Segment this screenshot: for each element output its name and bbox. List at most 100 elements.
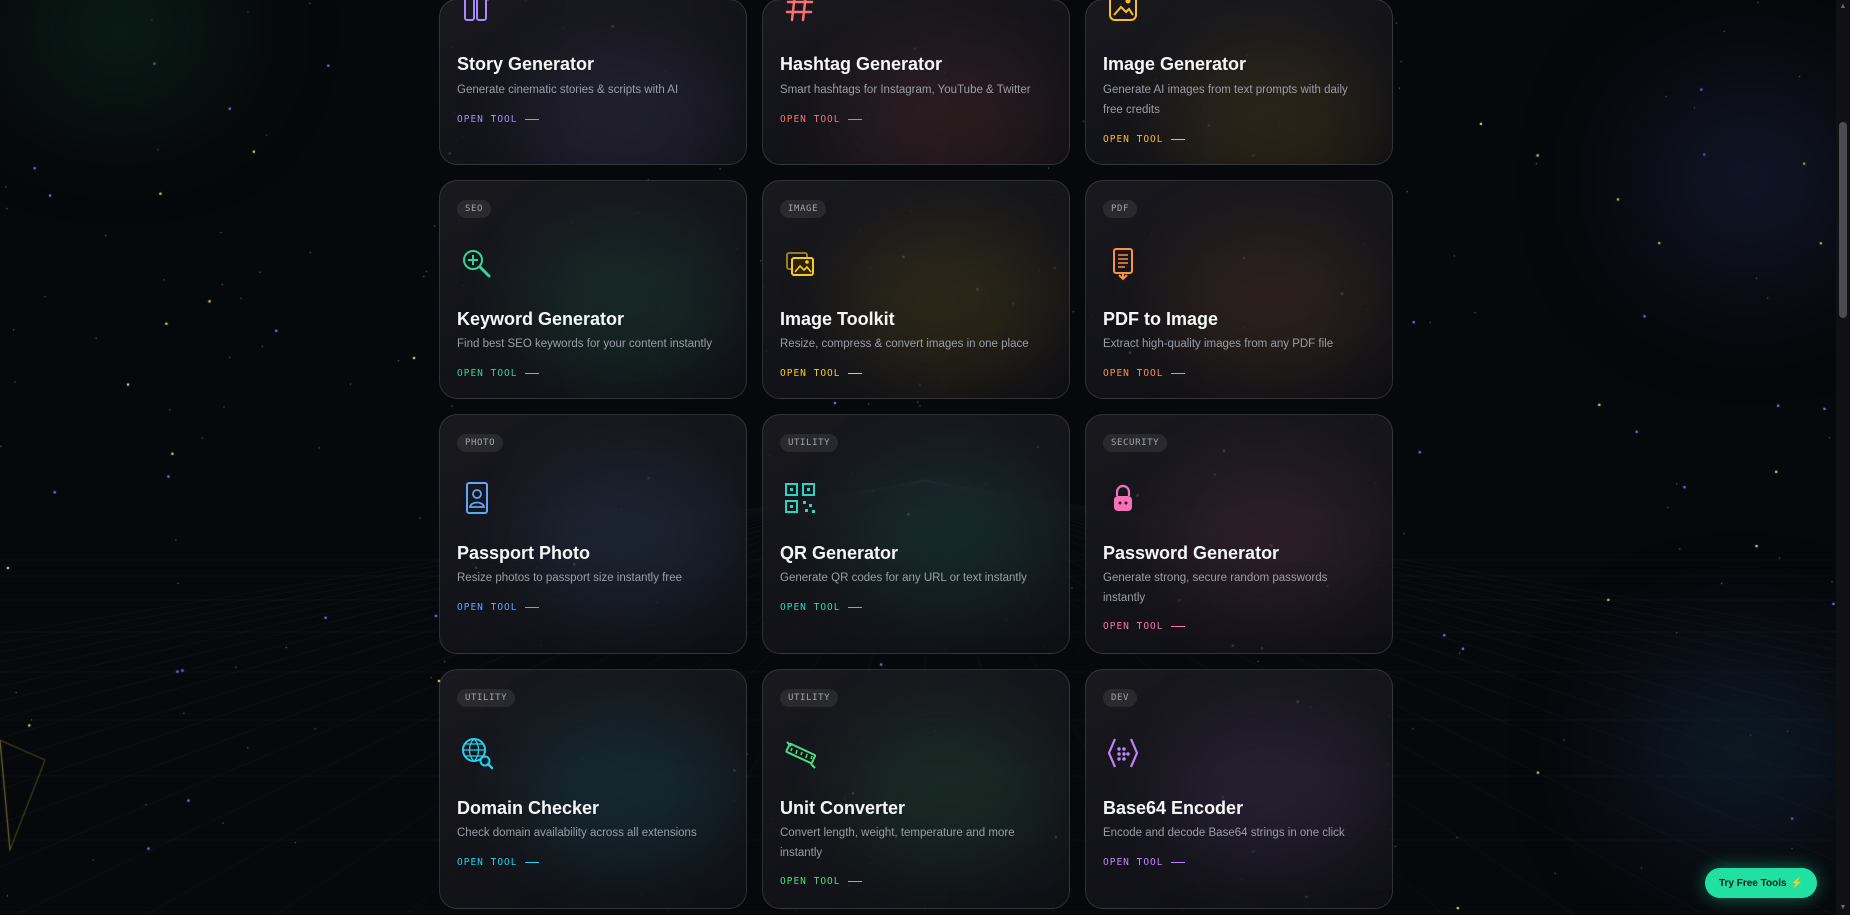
category-badge: UTILITY [780,689,839,707]
qr-code-icon [781,479,819,517]
arrow-line-icon [848,606,863,609]
open-tool-label: OPEN TOOL [457,368,518,379]
open-tool-link[interactable]: OPEN TOOL [780,876,863,887]
open-tool-label: OPEN TOOL [1103,857,1164,868]
tool-title: Unit Converter [780,798,906,818]
page-scrollbar[interactable]: ▲ ▼ [1836,0,1850,915]
scrollbar-thumb[interactable] [1839,122,1847,318]
open-tool-link[interactable]: OPEN TOOL [780,602,863,613]
category-badge: PDF [1103,200,1138,218]
lightning-icon: ⚡ [1790,877,1804,889]
tool-description: Find best SEO keywords for your content … [457,338,713,350]
arrow-line-icon [1171,372,1186,375]
open-tool-link[interactable]: OPEN TOOL [457,114,540,125]
arrow-line-icon [525,118,540,121]
open-tool-link[interactable]: OPEN TOOL [1103,857,1186,868]
arrow-line-icon [525,606,540,609]
lock-icon [1104,479,1142,517]
tool-description: Generate cinematic stories & scripts wit… [457,84,679,96]
open-tool-label: OPEN TOOL [780,876,841,887]
open-tool-link[interactable]: OPEN TOOL [1103,134,1186,145]
open-tool-link[interactable]: OPEN TOOL [1103,621,1186,632]
tool-card-image-toolkit[interactable]: IMAGE Image Toolkit Resize, compress & c… [762,180,1070,399]
tool-card-passport-photo[interactable]: PHOTO Passport Photo Resize photos to pa… [439,414,747,654]
open-tool-link[interactable]: OPEN TOOL [457,602,540,613]
open-tool-label: OPEN TOOL [1103,368,1164,379]
try-free-tools-button[interactable]: Try Free Tools ⚡ [1705,868,1817,898]
tool-description: Generate QR codes for any URL or text in… [780,572,1027,584]
background-glow [1640,80,1850,280]
tool-card-pdf-to-image[interactable]: PDF PDF to Image Extract high-quality im… [1085,180,1393,399]
tool-title: Domain Checker [457,798,600,818]
tool-card-password-generator[interactable]: SECURITY Password Generator Generate str… [1085,414,1393,654]
tool-title: Hashtag Generator [780,54,943,74]
open-tool-label: OPEN TOOL [780,368,841,379]
open-tool-link[interactable]: OPEN TOOL [780,368,863,379]
tool-description: Generate AI images from text prompts wit… [1103,84,1348,116]
pdf-download-icon [1104,245,1142,283]
ruler-icon [781,734,819,772]
tool-card-keyword-generator[interactable]: SEO Keyword Generator Find best SEO keyw… [439,180,747,399]
open-tool-label: OPEN TOOL [457,114,518,125]
tool-title: Image Generator [1103,54,1247,74]
tool-card-base64-encoder[interactable]: DEV Base64 Encoder Encode and decode Bas… [1085,669,1393,909]
try-free-tools-label: Try Free Tools [1718,877,1787,889]
tool-card-qr-generator[interactable]: UTILITY QR Generator Generate QR codes f… [762,414,1070,654]
category-badge: IMAGE [780,200,827,218]
open-tool-link[interactable]: OPEN TOOL [457,857,540,868]
image-icon [1104,0,1142,26]
tool-card-hashtag-generator[interactable]: Hashtag Generator Smart hashtags for Ins… [762,0,1070,165]
tool-title: Password Generator [1103,543,1280,563]
card-tint [1162,221,1382,381]
tool-title: PDF to Image [1103,309,1219,329]
scroll-down-arrow-icon[interactable]: ▼ [1839,903,1847,913]
card-tint [839,221,1059,381]
tool-title: Keyword Generator [457,309,625,329]
open-tool-label: OPEN TOOL [457,602,518,613]
card-tint [516,221,736,381]
card-tint [1162,710,1382,870]
card-tint [839,455,1059,615]
open-tool-label: OPEN TOOL [780,114,841,125]
category-badge: PHOTO [457,434,504,452]
globe-search-icon [458,734,496,772]
open-tool-link[interactable]: OPEN TOOL [457,368,540,379]
arrow-line-icon [848,118,863,121]
card-tint [516,710,736,870]
tool-title: QR Generator [780,543,899,563]
arrow-line-icon [848,372,863,375]
card-tint [516,455,736,615]
background-glow [1620,650,1850,850]
category-badge: SECURITY [1103,434,1168,452]
arrow-line-icon [525,372,540,375]
tool-card-image-generator[interactable]: Image Generator Generate AI images from … [1085,0,1393,165]
tools-grid: Story Generator Generate cinematic stori… [439,0,1393,909]
story-icon [458,0,496,26]
open-tool-label: OPEN TOOL [780,602,841,613]
tool-description: Extract high-quality images from any PDF… [1103,338,1334,350]
open-tool-label: OPEN TOOL [457,857,518,868]
arrow-line-icon [1171,625,1186,628]
category-badge: UTILITY [780,434,839,452]
image-stack-icon [781,245,819,283]
tool-card-unit-converter[interactable]: UTILITY Unit Converter Convert length, w… [762,669,1070,909]
tool-card-story-generator[interactable]: Story Generator Generate cinematic stori… [439,0,747,165]
tool-title: Story Generator [457,54,595,74]
tool-description: Resize, compress & convert images in one… [780,338,1029,350]
tool-card-domain-checker[interactable]: UTILITY Domain Checker Check domain avai… [439,669,747,909]
open-tool-label: OPEN TOOL [1103,134,1164,145]
arrow-line-icon [525,861,540,864]
magnifier-plus-icon [458,245,496,283]
scroll-up-arrow-icon[interactable]: ▲ [1839,2,1847,12]
tool-description: Generate strong, secure random passwords… [1103,572,1328,604]
open-tool-link[interactable]: OPEN TOOL [1103,368,1186,379]
tool-description: Check domain availability across all ext… [457,827,697,839]
tool-title: Image Toolkit [780,309,895,329]
tool-title: Base64 Encoder [1103,798,1244,818]
arrow-line-icon [848,880,863,883]
hashtag-icon [781,0,819,26]
tool-description: Smart hashtags for Instagram, YouTube & … [780,84,1031,96]
open-tool-link[interactable]: OPEN TOOL [780,114,863,125]
tool-description: Resize photos to passport size instantly… [457,572,683,584]
category-badge: UTILITY [457,689,516,707]
